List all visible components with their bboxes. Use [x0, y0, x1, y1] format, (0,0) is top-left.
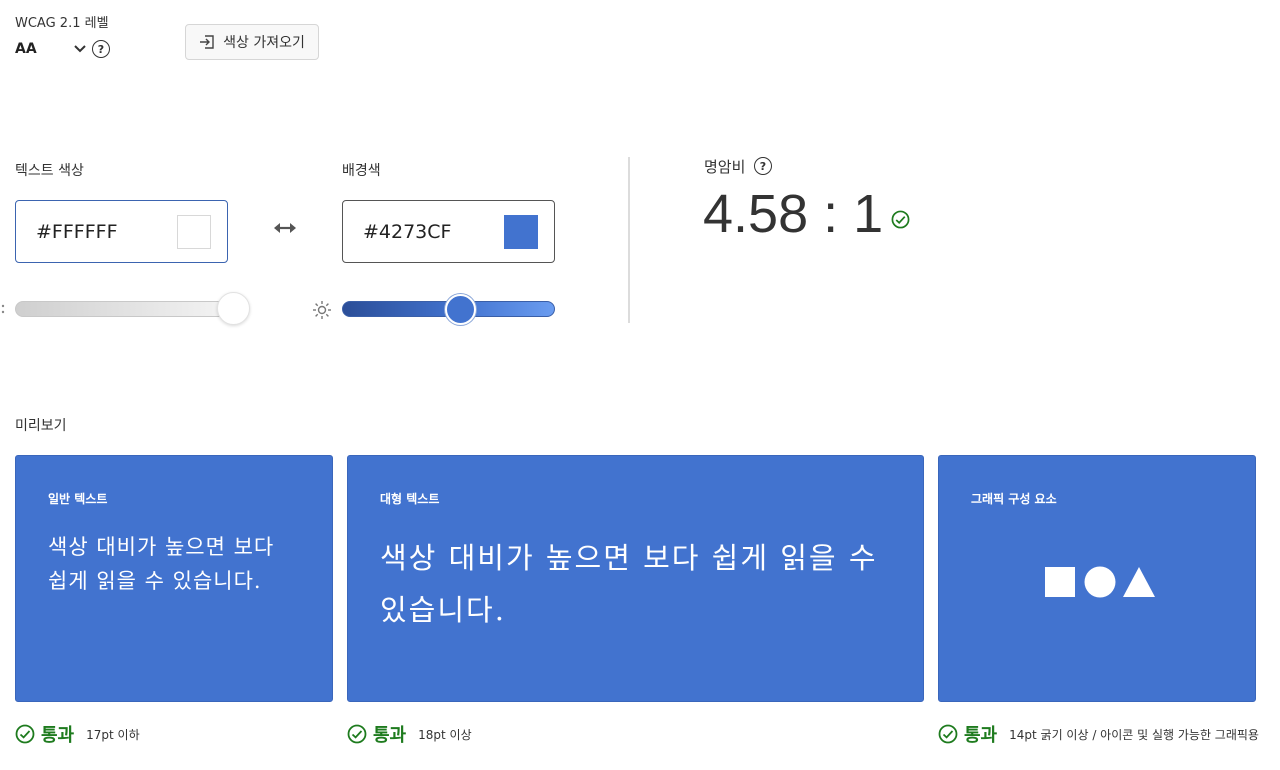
large-text-sample: 색상 대비가 높으면 보다 쉽게 읽을 수 있습니다. — [380, 541, 878, 627]
result-note: 14pt 굵기 이상 / 아이콘 및 실행 가능한 그래픽용 — [1009, 727, 1259, 742]
import-icon — [200, 35, 214, 49]
background-color-label: 배경색 — [342, 163, 381, 179]
import-colors-label: 색상 가져오기 — [223, 35, 305, 51]
wcag-level-value: AA — [15, 41, 37, 57]
background-color-value: #4273CF — [363, 220, 452, 243]
card-title: 일반 텍스트 — [48, 492, 108, 506]
section-divider — [628, 157, 630, 323]
contrast-ratio-value: 4.58 : 1 — [703, 184, 884, 244]
import-colors-button[interactable]: 색상 가져오기 — [185, 24, 319, 60]
brightness-icon[interactable] — [312, 300, 332, 320]
large-text-result: 통과 18pt 이상 — [347, 721, 472, 747]
large-text-preview-card: 대형 텍스트 색상 대비가 높으면 보다 쉽게 읽을 수 있습니다. — [347, 455, 924, 702]
circle-icon — [1084, 566, 1116, 598]
text-color-swatch[interactable] — [177, 214, 211, 249]
graphic-elements-result: 통과 14pt 굵기 이상 / 아이콘 및 실행 가능한 그래픽용 — [938, 721, 1259, 747]
preview-label: 미리보기 — [15, 418, 67, 434]
square-icon — [1045, 567, 1075, 597]
wcag-level-select[interactable]: AA — [15, 36, 87, 62]
swap-colors-button[interactable] — [270, 216, 300, 240]
text-color-brightness-slider[interactable] — [15, 301, 233, 317]
normal-text-sample: 색상 대비가 높으면 보다 쉽게 읽을 수 있습니다. — [48, 535, 275, 593]
pass-status: 통과 — [964, 725, 998, 746]
background-color-slider-thumb[interactable] — [445, 294, 476, 325]
swap-arrows-icon — [274, 223, 296, 233]
check-circle-icon — [347, 724, 367, 744]
pass-status: 통과 — [41, 725, 75, 746]
wcag-help-icon[interactable]: ? — [92, 40, 110, 58]
contrast-help-icon[interactable]: ? — [754, 157, 772, 175]
check-circle-icon — [938, 724, 958, 744]
text-color-slider-thumb[interactable] — [217, 292, 250, 325]
check-circle-icon — [891, 210, 910, 229]
brightness-icon[interactable] — [0, 303, 6, 315]
card-title: 그래픽 구성 요소 — [971, 492, 1057, 506]
card-title: 대형 텍스트 — [380, 492, 440, 506]
result-note: 18pt 이상 — [418, 727, 472, 742]
check-circle-icon — [15, 724, 35, 744]
result-note: 17pt 이하 — [86, 727, 140, 742]
background-color-field[interactable]: #4273CF — [342, 200, 555, 263]
background-color-swatch[interactable] — [504, 214, 538, 249]
contrast-ratio-label: 명암비 — [704, 158, 746, 176]
graphic-elements-preview-card: 그래픽 구성 요소 — [938, 455, 1256, 702]
chevron-down-icon — [74, 45, 86, 53]
wcag-level-label: WCAG 2.1 레벨 — [15, 16, 109, 31]
text-color-field[interactable]: #FFFFFF — [15, 200, 228, 263]
text-color-value: #FFFFFF — [36, 220, 118, 243]
pass-status: 통과 — [373, 725, 407, 746]
normal-text-preview-card: 일반 텍스트 색상 대비가 높으면 보다 쉽게 읽을 수 있습니다. — [15, 455, 333, 702]
text-color-label: 텍스트 색상 — [15, 163, 84, 179]
normal-text-result: 통과 17pt 이하 — [15, 721, 140, 747]
graphic-shapes — [1045, 566, 1155, 598]
triangle-icon — [1123, 567, 1155, 597]
